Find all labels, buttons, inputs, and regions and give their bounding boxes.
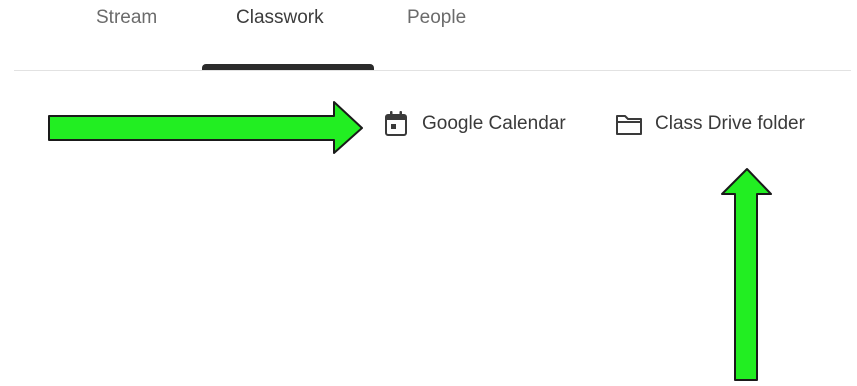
class-drive-folder-label: Class Drive folder	[655, 113, 805, 134]
tab-people[interactable]: People	[407, 6, 466, 30]
google-calendar-link[interactable]: Google Calendar	[378, 106, 566, 142]
arrow-right-icon	[48, 101, 363, 154]
calendar-icon	[378, 106, 414, 142]
google-calendar-label: Google Calendar	[422, 113, 566, 134]
tabs-divider	[14, 70, 851, 71]
arrow-up-icon	[721, 168, 772, 381]
tab-classwork[interactable]: Classwork	[236, 6, 324, 30]
folder-icon	[611, 106, 647, 142]
tab-stream[interactable]: Stream	[96, 6, 157, 30]
class-drive-folder-link[interactable]: Class Drive folder	[611, 106, 805, 142]
